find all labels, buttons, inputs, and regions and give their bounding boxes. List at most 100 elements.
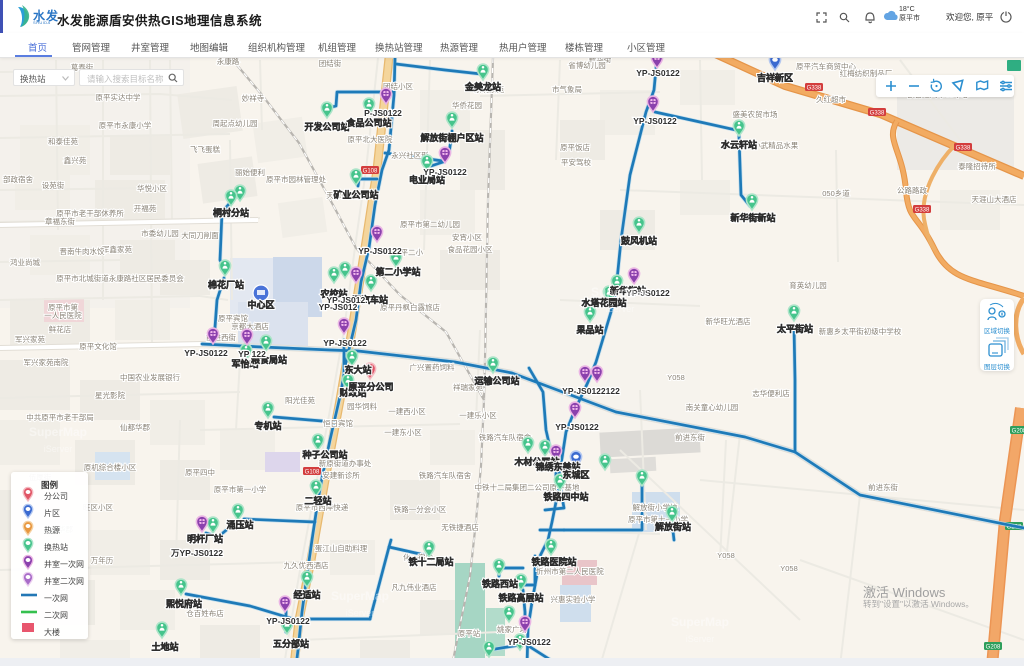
svg-text:新华旺光酒店: 新华旺光酒店 — [706, 316, 751, 326]
svg-text:万年历: 万年历 — [91, 555, 114, 565]
svg-text:G338: G338 — [807, 85, 822, 91]
svg-text:铁十二局站: 铁十二局站 — [408, 556, 453, 567]
svg-text:iServer: iServer — [44, 444, 73, 454]
svg-text:一建东小区: 一建东小区 — [384, 427, 422, 437]
svg-text:前进东街: 前进东街 — [868, 482, 898, 492]
svg-text:安建新诊所: 安建新诊所 — [322, 470, 360, 480]
svg-text:久红超市: 久红超市 — [816, 94, 846, 104]
svg-text:仓百姓布店: 仓百姓布店 — [186, 608, 224, 618]
svg-text:广兴置药饲料: 广兴置药饲料 — [410, 362, 455, 372]
svg-text:YP-JS0122: YP-JS0122 — [555, 422, 599, 432]
svg-text:军兴家苑南院: 军兴家苑南院 — [24, 357, 69, 367]
svg-text:妙祥寺: 妙祥寺 — [242, 93, 265, 103]
svg-text:050乡道: 050乡道 — [822, 188, 850, 198]
svg-text:解放街站: 解放街站 — [655, 521, 691, 532]
svg-text:九久优西酒店: 九久优西酒店 — [284, 560, 329, 570]
svg-text:周起点幼儿园: 周起点幼儿园 — [213, 118, 258, 128]
svg-text:原平北大医院: 原平北大医院 — [348, 134, 393, 144]
svg-text:棉花厂站: 棉花厂站 — [208, 279, 244, 290]
svg-text:原平市园林管理处: 原平市园林管理处 — [266, 174, 326, 184]
svg-text:原平文化馆: 原平文化馆 — [79, 341, 117, 351]
svg-text:YP-JS0122: YP-JS0122 — [323, 338, 367, 348]
svg-text:原平饭店: 原平饭店 — [560, 142, 590, 152]
svg-text:涌压站: 涌压站 — [226, 519, 253, 530]
svg-text:泰隆招待所: 泰隆招待所 — [958, 161, 996, 171]
svg-text:原平站: 原平站 — [458, 628, 481, 638]
svg-text:部政宿舍: 部政宿舍 — [3, 174, 33, 184]
svg-text:种子公司站: 种子公司站 — [301, 449, 347, 460]
svg-text:一建乐小区: 一建乐小区 — [459, 410, 497, 420]
svg-text:铁路西站: 铁路西站 — [482, 578, 518, 589]
svg-text:团结街: 团结街 — [319, 58, 342, 68]
svg-text:原平市北城街道永康路社区居民委员会: 原平市北城街道永康路社区居民委员会 — [56, 273, 184, 283]
svg-text:吉祥新区: 吉祥新区 — [757, 72, 793, 83]
svg-text:YP-JS0122: YP-JS0122 — [423, 167, 467, 177]
svg-text:YP-JS012: YP-JS012 — [319, 302, 358, 312]
svg-text:矿业公司站: 矿业公司站 — [333, 189, 378, 200]
svg-text:铁路医院站: 铁路医院站 — [531, 556, 576, 567]
svg-text:iServer: iServer — [686, 634, 715, 644]
svg-text:G208: G208 — [1012, 428, 1024, 434]
svg-text:G338: G338 — [870, 110, 885, 116]
svg-text:原机综合楼小区: 原机综合楼小区 — [84, 462, 137, 472]
svg-text:鲜花店: 鲜花店 — [49, 324, 72, 334]
svg-text:运输公司站: 运输公司站 — [474, 375, 519, 386]
svg-text:盛美农贸市场: 盛美农贸市场 — [733, 109, 778, 119]
svg-text:鼓风机站: 鼓风机站 — [621, 235, 657, 246]
svg-text:Y058: Y058 — [717, 551, 735, 560]
svg-text:飞飞蛋糕: 飞飞蛋糕 — [190, 144, 220, 154]
svg-text:原平市老干部休养所: 原平市老干部休养所 — [56, 208, 124, 218]
svg-text:金美龙站: 金美龙站 — [464, 81, 501, 92]
svg-text:星光影院: 星光影院 — [95, 390, 125, 400]
svg-text:熙悦府站: 熙悦府站 — [166, 598, 202, 609]
svg-text:YP-JS0122: YP-JS0122 — [636, 68, 680, 78]
svg-text:晋南牛肉水饺: 晋南牛肉水饺 — [60, 246, 105, 256]
svg-text:南关童心幼儿园: 南关童心幼儿园 — [686, 402, 739, 412]
svg-text:园华饲料: 园华饲料 — [347, 401, 377, 411]
svg-text:五分部站: 五分部站 — [273, 638, 309, 649]
svg-text:一人民医院: 一人民医院 — [44, 310, 82, 320]
svg-text:开福苑: 开福苑 — [134, 203, 157, 213]
svg-text:桐村分站: 桐村分站 — [213, 207, 249, 218]
svg-text:万YP-JS0122: 万YP-JS0122 — [170, 548, 223, 558]
svg-text:鑫兴苑: 鑫兴苑 — [64, 155, 87, 165]
svg-text:专机站: 专机站 — [254, 420, 281, 431]
svg-text:G208: G208 — [986, 644, 1001, 650]
svg-text:志华便利店: 志华便利店 — [752, 388, 790, 398]
svg-text:第二小学站: 第二小学站 — [375, 266, 420, 277]
svg-text:公路路政: 公路路政 — [897, 185, 927, 195]
svg-text:忻州市第二人民医院: 忻州市第二人民医院 — [536, 566, 604, 576]
svg-text:一建西小区: 一建西小区 — [388, 406, 426, 416]
svg-text:YP-JS0122: YP-JS0122 — [507, 637, 551, 647]
svg-text:中国农业发展银行: 中国农业发展银行 — [120, 372, 180, 382]
svg-text:YP-JS0122: YP-JS0122 — [266, 616, 310, 626]
svg-text:原平市第二幼儿园: 原平市第二幼儿园 — [400, 219, 460, 229]
svg-text:G338: G338 — [956, 145, 971, 151]
svg-text:YP-JS0122: YP-JS0122 — [633, 116, 677, 126]
svg-text:育英幼儿园: 育英幼儿园 — [789, 280, 827, 290]
svg-text:新华街新站: 新华街新站 — [730, 212, 775, 223]
svg-text:华侨花园: 华侨花园 — [452, 100, 482, 110]
svg-text:YP-JS0122: YP-JS0122 — [358, 246, 402, 256]
svg-text:Y058: Y058 — [780, 564, 798, 573]
svg-text:G108: G108 — [305, 469, 320, 475]
svg-text:P-JS0122: P-JS0122 — [364, 108, 402, 118]
svg-text:阳光佳苑: 阳光佳苑 — [285, 395, 315, 405]
svg-text:平安驾校: 平安驾校 — [561, 157, 591, 167]
svg-text:无铁捷酒店: 无铁捷酒店 — [441, 522, 479, 532]
svg-text:原平丹枫白露旅店: 原平丹枫白露旅店 — [380, 302, 440, 312]
svg-text:军鑫家苑: 军鑫家苑 — [102, 244, 132, 254]
svg-text:G338: G338 — [915, 207, 930, 213]
svg-text:铁路汽车队宿舍: 铁路汽车队宿舍 — [419, 470, 472, 480]
svg-text:Y058: Y058 — [667, 373, 685, 382]
svg-text:SuperMap: SuperMap — [331, 589, 389, 603]
svg-text:SuperMap: SuperMap — [591, 285, 649, 299]
svg-text:省博幼儿园: 省博幼儿园 — [568, 60, 606, 70]
svg-text:iServer: iServer — [346, 608, 375, 618]
svg-text:铁路高层站: 铁路高层站 — [498, 592, 543, 603]
svg-text:原平分公司: 原平分公司 — [348, 381, 393, 392]
svg-text:和泰佳苑: 和泰佳苑 — [48, 136, 78, 146]
svg-text:YP-JS0122122: YP-JS0122122 — [562, 386, 620, 396]
svg-text:食品花园小区: 食品花园小区 — [448, 244, 493, 254]
svg-text:鸿业尚城: 鸿业尚城 — [10, 257, 40, 267]
